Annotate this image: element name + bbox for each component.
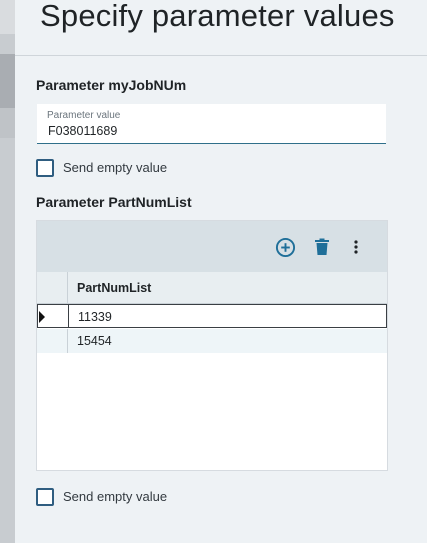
partnumlist-grid: PartNumList 11339 15454 (36, 220, 388, 471)
background-band (0, 108, 15, 138)
send-empty-label-2: Send empty value (63, 489, 168, 504)
send-empty-checkbox-1[interactable] (36, 159, 54, 177)
column-header-partnumlist[interactable]: PartNumList (77, 281, 151, 295)
row-selector[interactable] (37, 304, 68, 328)
current-row-pointer-icon (39, 311, 45, 323)
background-window (0, 0, 15, 543)
grid-header: PartNumList (37, 272, 387, 304)
table-row[interactable]: 11339 (37, 304, 387, 328)
row-header-corner (37, 272, 68, 304)
trash-icon[interactable] (311, 236, 333, 258)
field-value[interactable]: F038011689 (48, 124, 117, 138)
more-vertical-icon[interactable] (345, 236, 367, 258)
background-band (0, 0, 15, 34)
table-row[interactable]: 15454 (37, 329, 387, 353)
send-empty-label-1: Send empty value (63, 160, 168, 175)
param-myjobnum-label: Parameter myJobNUm (36, 77, 187, 93)
field-floating-label: Parameter value (47, 110, 121, 121)
background-band (0, 54, 15, 108)
grid-toolbar (37, 221, 387, 272)
send-empty-checkbox-2[interactable] (36, 488, 54, 506)
param-myjobnum-field[interactable]: Parameter value F038011689 (37, 104, 386, 144)
table-cell[interactable]: 15454 (68, 329, 387, 353)
add-circle-icon[interactable] (274, 236, 296, 258)
dialog-title: Specify parameter values (40, 0, 395, 33)
row-selector[interactable] (37, 329, 68, 353)
divider (15, 55, 427, 56)
table-cell[interactable]: 11339 (68, 304, 387, 328)
param-partnumlist-label: Parameter PartNumList (36, 194, 192, 210)
parameter-dialog: Specify parameter values Parameter myJob… (15, 0, 427, 543)
